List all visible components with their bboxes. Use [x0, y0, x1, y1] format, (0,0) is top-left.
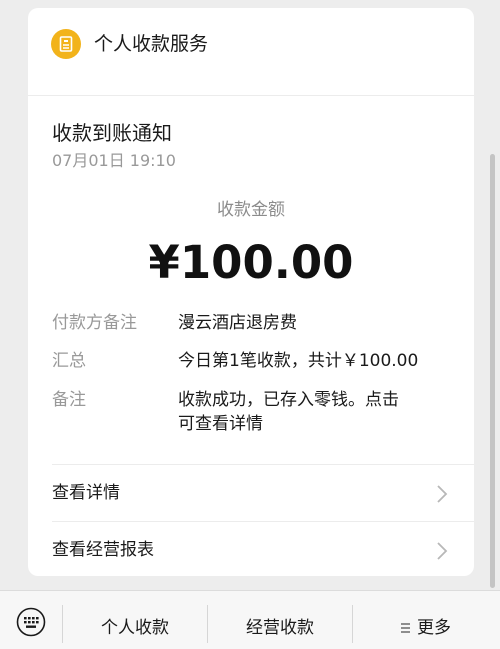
amount-label: 收款金额: [217, 200, 285, 220]
tab-personal-collection[interactable]: 个人收款: [63, 591, 207, 649]
chevron-right-icon: [437, 485, 448, 503]
payment-notification-card[interactable]: 个人收款服务 收款到账通知 07月01日 19:10 收款金额 ¥100.00 …: [28, 8, 474, 576]
wallet-icon: [51, 29, 81, 59]
chevron-right-icon: [437, 542, 448, 560]
detail-value: 收款成功，已存入零钱。点击 可查看详情: [178, 390, 399, 434]
tab-more[interactable]: 更多: [353, 591, 500, 649]
chat-page: 个人收款服务 收款到账通知 07月01日 19:10 收款金额 ¥100.00 …: [0, 0, 500, 649]
header-divider: [28, 95, 474, 96]
detail-key: 付款方备注: [52, 313, 137, 333]
tab-label: 更多: [417, 618, 451, 638]
keyboard-icon: [16, 607, 46, 637]
scrollbar[interactable]: [490, 154, 495, 588]
tab-label: 经营收款: [246, 618, 314, 638]
view-details-link[interactable]: 查看详情: [28, 465, 474, 521]
menu-lines-icon: [401, 623, 410, 633]
keyboard-toggle-button[interactable]: [0, 591, 62, 649]
notice-timestamp: 07月01日 19:10: [52, 151, 176, 170]
service-name: 个人收款服务: [94, 33, 209, 55]
notice-title: 收款到账通知: [52, 121, 172, 145]
detail-value: 漫云酒店退房费: [178, 313, 297, 333]
amount-value: ¥100.00: [148, 236, 354, 289]
detail-key: 汇总: [52, 351, 86, 371]
tab-business-collection[interactable]: 经营收款: [208, 591, 352, 649]
link-label: 查看详情: [52, 483, 120, 503]
detail-value: 今日第1笔收款，共计￥100.00: [178, 351, 419, 371]
tab-label: 个人收款: [101, 618, 169, 638]
view-business-report-link[interactable]: 查看经营报表: [28, 522, 474, 576]
detail-key: 备注: [52, 390, 86, 410]
link-label: 查看经营报表: [52, 540, 154, 560]
service-header[interactable]: 个人收款服务: [28, 8, 474, 78]
bottom-menu-bar: 个人收款 经营收款 更多: [0, 590, 500, 649]
